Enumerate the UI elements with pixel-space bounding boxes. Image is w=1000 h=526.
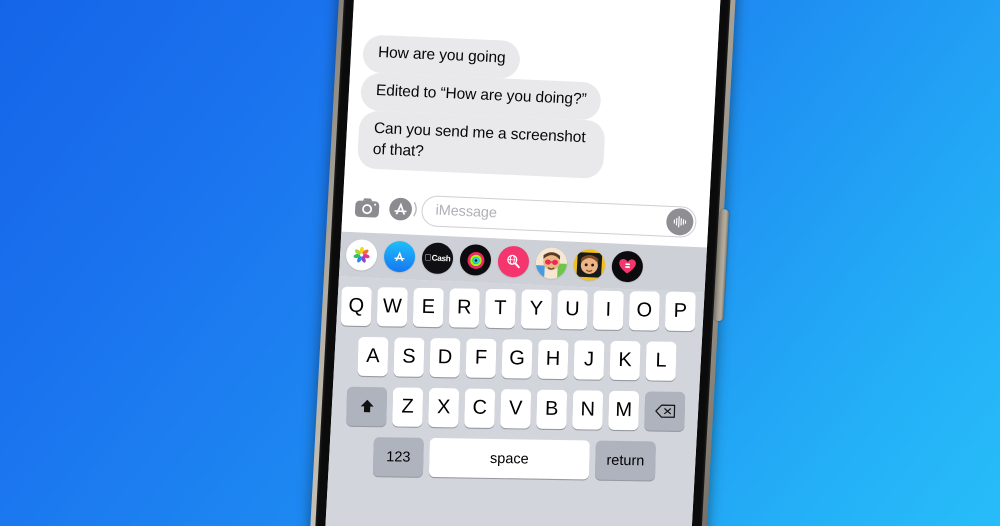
app-icon-fitness[interactable] bbox=[459, 243, 492, 277]
heart-icon bbox=[619, 258, 636, 274]
key-u[interactable]: U bbox=[556, 290, 588, 330]
key-c[interactable]: C bbox=[464, 388, 496, 428]
device-screen: Delivered How are you going Edited to “H… bbox=[322, 0, 726, 526]
backspace-key[interactable] bbox=[644, 391, 686, 431]
key-d[interactable]: D bbox=[429, 337, 461, 378]
app-store-button[interactable] bbox=[388, 197, 417, 222]
key-g[interactable]: G bbox=[501, 339, 533, 379]
return-key[interactable]: return bbox=[594, 440, 656, 481]
numbers-key[interactable]: 123 bbox=[372, 437, 424, 477]
received-message-row: How are you going bbox=[361, 34, 521, 79]
key-y[interactable]: Y bbox=[520, 289, 552, 329]
key-f[interactable]: F bbox=[465, 338, 497, 379]
imessage-input[interactable]: iMessage bbox=[420, 194, 698, 238]
app-icon-apple-cash[interactable]: Cash bbox=[421, 242, 454, 275]
app-icon-music[interactable] bbox=[611, 250, 644, 283]
received-message-bubble[interactable]: How are you going bbox=[361, 34, 521, 79]
key-v[interactable]: V bbox=[500, 389, 532, 429]
backspace-icon bbox=[654, 404, 675, 418]
keyboard-row-4: 123 space return bbox=[327, 436, 702, 481]
key-m[interactable]: M bbox=[608, 390, 640, 431]
screenshot-scene: Delivered How are you going Edited to “H… bbox=[0, 0, 1000, 526]
app-icon-app-store[interactable] bbox=[383, 240, 416, 273]
chevron-right-icon bbox=[413, 202, 417, 217]
key-n[interactable]: N bbox=[572, 390, 604, 430]
photos-icon bbox=[353, 246, 370, 263]
keyboard-row-2: A S D F G H J K L bbox=[329, 336, 704, 381]
key-h[interactable]: H bbox=[537, 339, 569, 380]
iphone-device: Delivered How are you going Edited to “H… bbox=[304, 0, 743, 526]
imessage-placeholder: iMessage bbox=[435, 202, 498, 222]
app-icon-images[interactable] bbox=[497, 245, 530, 278]
shift-key[interactable] bbox=[346, 386, 388, 427]
apple-cash-label: Cash bbox=[424, 252, 450, 264]
key-o[interactable]: O bbox=[628, 291, 660, 331]
key-i[interactable]: I bbox=[592, 290, 624, 331]
key-t[interactable]: T bbox=[484, 288, 516, 329]
key-e[interactable]: E bbox=[412, 287, 444, 328]
app-icon-photos[interactable] bbox=[345, 238, 378, 272]
key-k[interactable]: K bbox=[609, 340, 641, 381]
space-key[interactable]: space bbox=[428, 437, 590, 480]
key-j[interactable]: J bbox=[573, 340, 605, 380]
conversation-thread: Delivered How are you going Edited to “H… bbox=[344, 0, 726, 198]
audio-waveform-icon bbox=[673, 215, 687, 228]
key-p[interactable]: P bbox=[664, 291, 696, 332]
keyboard-row-3: Z X C V B N M bbox=[328, 386, 703, 431]
activity-rings-icon bbox=[467, 251, 484, 269]
shift-icon bbox=[360, 399, 374, 413]
key-a[interactable]: A bbox=[357, 336, 389, 377]
key-s[interactable]: S bbox=[393, 337, 425, 377]
camera-icon[interactable] bbox=[354, 197, 380, 219]
key-l[interactable]: L bbox=[645, 341, 677, 381]
memoji-sticker-icon bbox=[535, 247, 568, 280]
received-message-bubble[interactable]: Can you send me a screenshot of that? bbox=[356, 110, 606, 180]
key-q[interactable]: Q bbox=[340, 286, 372, 327]
key-r[interactable]: R bbox=[448, 288, 480, 328]
onscreen-keyboard[interactable]: Q W E R T Y U I O P A S D F G H J K L Z … bbox=[322, 276, 705, 526]
received-message-row: Can you send me a screenshot of that? bbox=[356, 110, 606, 180]
image-search-icon bbox=[507, 254, 520, 269]
app-store-icon bbox=[389, 197, 412, 221]
key-z[interactable]: Z bbox=[392, 387, 424, 427]
audio-message-button[interactable] bbox=[665, 207, 695, 236]
app-icon-memoji-stickers[interactable] bbox=[535, 247, 568, 280]
memoji-icon bbox=[573, 248, 606, 282]
app-store-icon bbox=[394, 251, 405, 262]
key-w[interactable]: W bbox=[376, 287, 408, 327]
app-icon-memoji[interactable] bbox=[573, 248, 606, 282]
key-x[interactable]: X bbox=[428, 387, 460, 428]
key-b[interactable]: B bbox=[536, 389, 568, 430]
keyboard-row-1: Q W E R T Y U I O P bbox=[331, 286, 705, 332]
